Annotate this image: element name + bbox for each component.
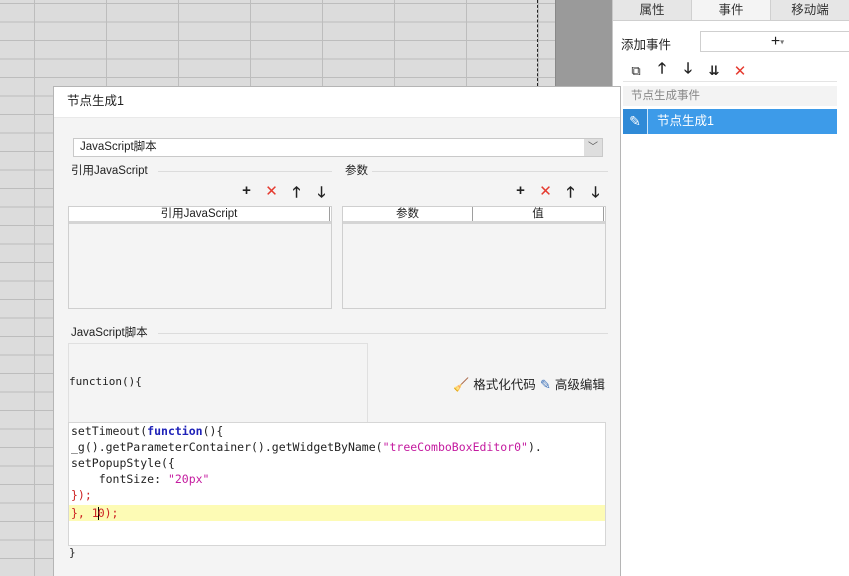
move-down-icon[interactable]: 🡓 bbox=[677, 58, 699, 83]
code-token: }, 1 bbox=[71, 506, 99, 520]
add-icon[interactable]: + bbox=[237, 182, 256, 207]
section-divider bbox=[158, 171, 332, 172]
code-token: "20px" bbox=[167, 472, 210, 486]
broom-icon: 🧹 bbox=[453, 377, 470, 392]
format-code-button[interactable]: 🧹 格式化代码 bbox=[453, 374, 536, 393]
panel-tabs: 属性 事件 移动端 bbox=[613, 0, 849, 21]
table-header: 引用JavaScript bbox=[69, 207, 331, 224]
function-header: function(){ bbox=[69, 375, 142, 388]
chevron-down-icon[interactable]: ﹀ bbox=[584, 139, 602, 156]
move-up-icon[interactable]: 🡑 bbox=[287, 182, 306, 207]
code-token: (){ bbox=[202, 424, 224, 438]
code-line-3: setPopupStyle({ bbox=[71, 455, 175, 471]
page-break-line bbox=[537, 0, 538, 86]
param-section-label: 参数 bbox=[345, 165, 368, 177]
column-header-ref-js: 引用JavaScript bbox=[69, 207, 330, 221]
code-line-4: fontSize: "20px" bbox=[71, 471, 210, 487]
edit-box-icon: ✎ bbox=[540, 377, 551, 392]
column-header-param: 参数 bbox=[343, 207, 473, 221]
delete-icon[interactable]: ✕ bbox=[536, 182, 555, 207]
add-event-button[interactable]: +▾ bbox=[700, 31, 849, 52]
tab-mobile[interactable]: 移动端 bbox=[771, 0, 849, 20]
tab-properties[interactable]: 属性 bbox=[613, 0, 691, 20]
code-token: setPopupStyle({ bbox=[71, 456, 175, 470]
code-token: 0); bbox=[97, 506, 119, 520]
code-token: "treeComboBoxEditor0" bbox=[382, 440, 528, 454]
edit-pencil-icon[interactable]: ✎ bbox=[623, 109, 648, 134]
move-down-icon[interactable]: 🡓 bbox=[586, 182, 605, 207]
move-up-icon[interactable]: 🡑 bbox=[651, 58, 673, 83]
tab-events[interactable]: 事件 bbox=[691, 0, 771, 20]
column-header-value: 值 bbox=[473, 207, 604, 221]
copy-icon[interactable]: ⧉ bbox=[625, 63, 647, 79]
current-line-highlight bbox=[69, 505, 605, 521]
ref-js-toolbar: + ✕ 🡑 🡓 bbox=[237, 182, 331, 207]
script-type-select[interactable]: JavaScript脚本 ﹀ bbox=[73, 138, 603, 157]
format-code-label: 格式化代码 bbox=[473, 378, 536, 392]
add-event-label: 添加事件 bbox=[621, 38, 672, 52]
code-line-1: setTimeout(function(){ bbox=[71, 423, 223, 439]
code-line-2: _g().getParameterContainer().getWidgetBy… bbox=[71, 439, 542, 455]
move-bottom-icon[interactable]: ⇊ bbox=[703, 63, 725, 79]
properties-panel: 属性 事件 移动端 添加事件 +▾ ⧉ 🡑 🡓 ⇊ ✕ 节点生成事件 ✎ 节点生… bbox=[612, 0, 849, 576]
code-token: _g().getParameterContainer().getWidgetBy… bbox=[71, 440, 383, 454]
ref-js-section-label: 引用JavaScript bbox=[71, 165, 148, 177]
move-up-icon[interactable]: 🡑 bbox=[561, 182, 580, 207]
param-table: 参数 值 bbox=[342, 206, 606, 309]
dialog-body: JavaScript脚本 ﹀ 引用JavaScript + ✕ 🡑 🡓 引用Ja… bbox=[54, 118, 620, 576]
move-down-icon[interactable]: 🡓 bbox=[312, 182, 331, 207]
event-editor-dialog: 节点生成1 JavaScript脚本 ﹀ 引用JavaScript + ✕ 🡑 … bbox=[53, 86, 621, 576]
advanced-edit-label: 高级编辑 bbox=[554, 378, 605, 392]
add-event-row: 添加事件 +▾ bbox=[621, 31, 849, 53]
code-token: ). bbox=[527, 440, 542, 454]
table-header: 参数 值 bbox=[343, 207, 605, 224]
section-divider bbox=[372, 171, 608, 172]
code-token: fontSize: bbox=[71, 472, 168, 486]
code-editor[interactable]: setTimeout(function(){ _g().getParameter… bbox=[68, 422, 606, 546]
code-token: setTimeout( bbox=[71, 424, 148, 438]
param-toolbar: + ✕ 🡑 🡓 bbox=[511, 182, 605, 207]
code-line-5: }); bbox=[71, 488, 92, 502]
ref-js-table: 引用JavaScript bbox=[68, 206, 332, 309]
chevron-down-icon: ▾ bbox=[780, 37, 785, 47]
function-closing-brace: } bbox=[69, 546, 76, 559]
event-toolbar: ⧉ 🡑 🡓 ⇊ ✕ bbox=[623, 60, 837, 82]
section-divider bbox=[158, 333, 608, 334]
delete-icon[interactable]: ✕ bbox=[729, 62, 751, 80]
advanced-edit-button[interactable]: ✎ 高级编辑 bbox=[540, 374, 605, 393]
script-type-value: JavaScript脚本 bbox=[80, 141, 157, 153]
dialog-title: 节点生成1 bbox=[54, 87, 620, 118]
event-group-header: 节点生成事件 bbox=[623, 86, 837, 106]
add-icon[interactable]: + bbox=[511, 182, 530, 207]
plus-icon: + bbox=[770, 33, 781, 50]
event-list-item[interactable]: ✎ 节点生成1 bbox=[623, 109, 837, 134]
script-section-label: JavaScript脚本 bbox=[71, 327, 148, 339]
event-item-label: 节点生成1 bbox=[657, 114, 714, 128]
code-line-6: }, 10); bbox=[71, 505, 118, 521]
code-token: function bbox=[147, 424, 203, 438]
delete-icon[interactable]: ✕ bbox=[262, 182, 281, 207]
